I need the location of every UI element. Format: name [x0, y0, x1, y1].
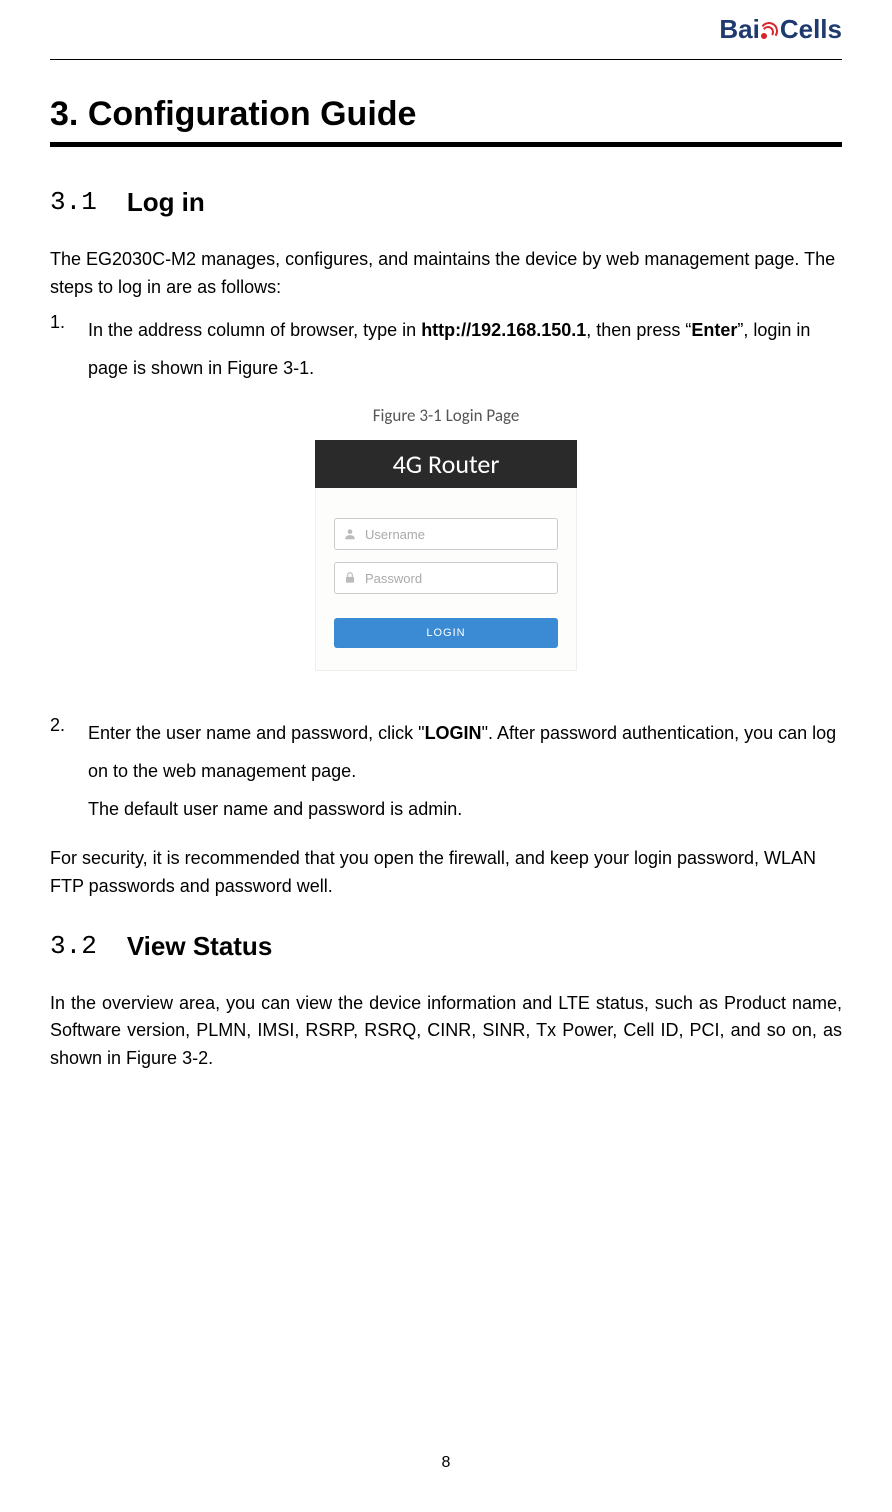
section-title: Log in [127, 187, 205, 218]
section-number: 3.2 [50, 931, 97, 962]
section-intro: The EG2030C-M2 manages, configures, and … [50, 246, 842, 302]
step-body: Enter the user name and password, click … [88, 715, 842, 828]
step-2: 2. Enter the user name and password, cli… [50, 715, 842, 828]
section-heading-login: 3.1 Log in [50, 187, 842, 218]
steps-list-2: 2. Enter the user name and password, cli… [50, 715, 842, 828]
security-note: For security, it is recommended that you… [50, 845, 842, 901]
section-number: 3.1 [50, 187, 97, 218]
logo-text-bai: Bai [719, 14, 759, 45]
username-input[interactable] [365, 527, 549, 542]
login-action: LOGIN [425, 723, 482, 743]
step-marker: 2. [50, 715, 88, 828]
chapter-title: Configuration Guide [88, 95, 417, 133]
login-url: http://192.168.150.1 [421, 320, 586, 340]
chapter-heading: 3. Configuration Guide [50, 95, 842, 134]
password-input[interactable] [365, 571, 549, 586]
section-title: View Status [127, 931, 272, 962]
logo: Bai Cells [719, 14, 842, 45]
steps-list: 1. In the address column of browser, typ… [50, 312, 842, 388]
section-heading-view-status: 3.2 View Status [50, 931, 842, 962]
logo-signal-icon [761, 21, 779, 39]
page-number: 8 [0, 1454, 892, 1472]
step-1: 1. In the address column of browser, typ… [50, 312, 842, 388]
user-icon [343, 527, 357, 541]
step-marker: 1. [50, 312, 88, 388]
username-field-wrapper [334, 518, 558, 550]
login-header: 4G Router [315, 440, 577, 488]
step-body: In the address column of browser, type i… [88, 312, 842, 388]
header-bar: Bai Cells [50, 0, 842, 60]
default-credentials-note: The default user name and password is ad… [88, 799, 462, 819]
chapter-rule [50, 142, 842, 147]
password-field-wrapper [334, 562, 558, 594]
logo-text-cells: Cells [780, 14, 842, 45]
enter-key: Enter [691, 320, 737, 340]
chapter-number: 3. [50, 95, 78, 133]
login-button[interactable]: LOGIN [334, 618, 558, 648]
login-body: LOGIN [315, 488, 577, 671]
lock-icon [343, 571, 357, 585]
login-figure: 4G Router LOGIN [311, 436, 581, 675]
view-status-body: In the overview area, you can view the d… [50, 990, 842, 1074]
figure-caption: Figure 3-1 Login Page [50, 405, 842, 426]
